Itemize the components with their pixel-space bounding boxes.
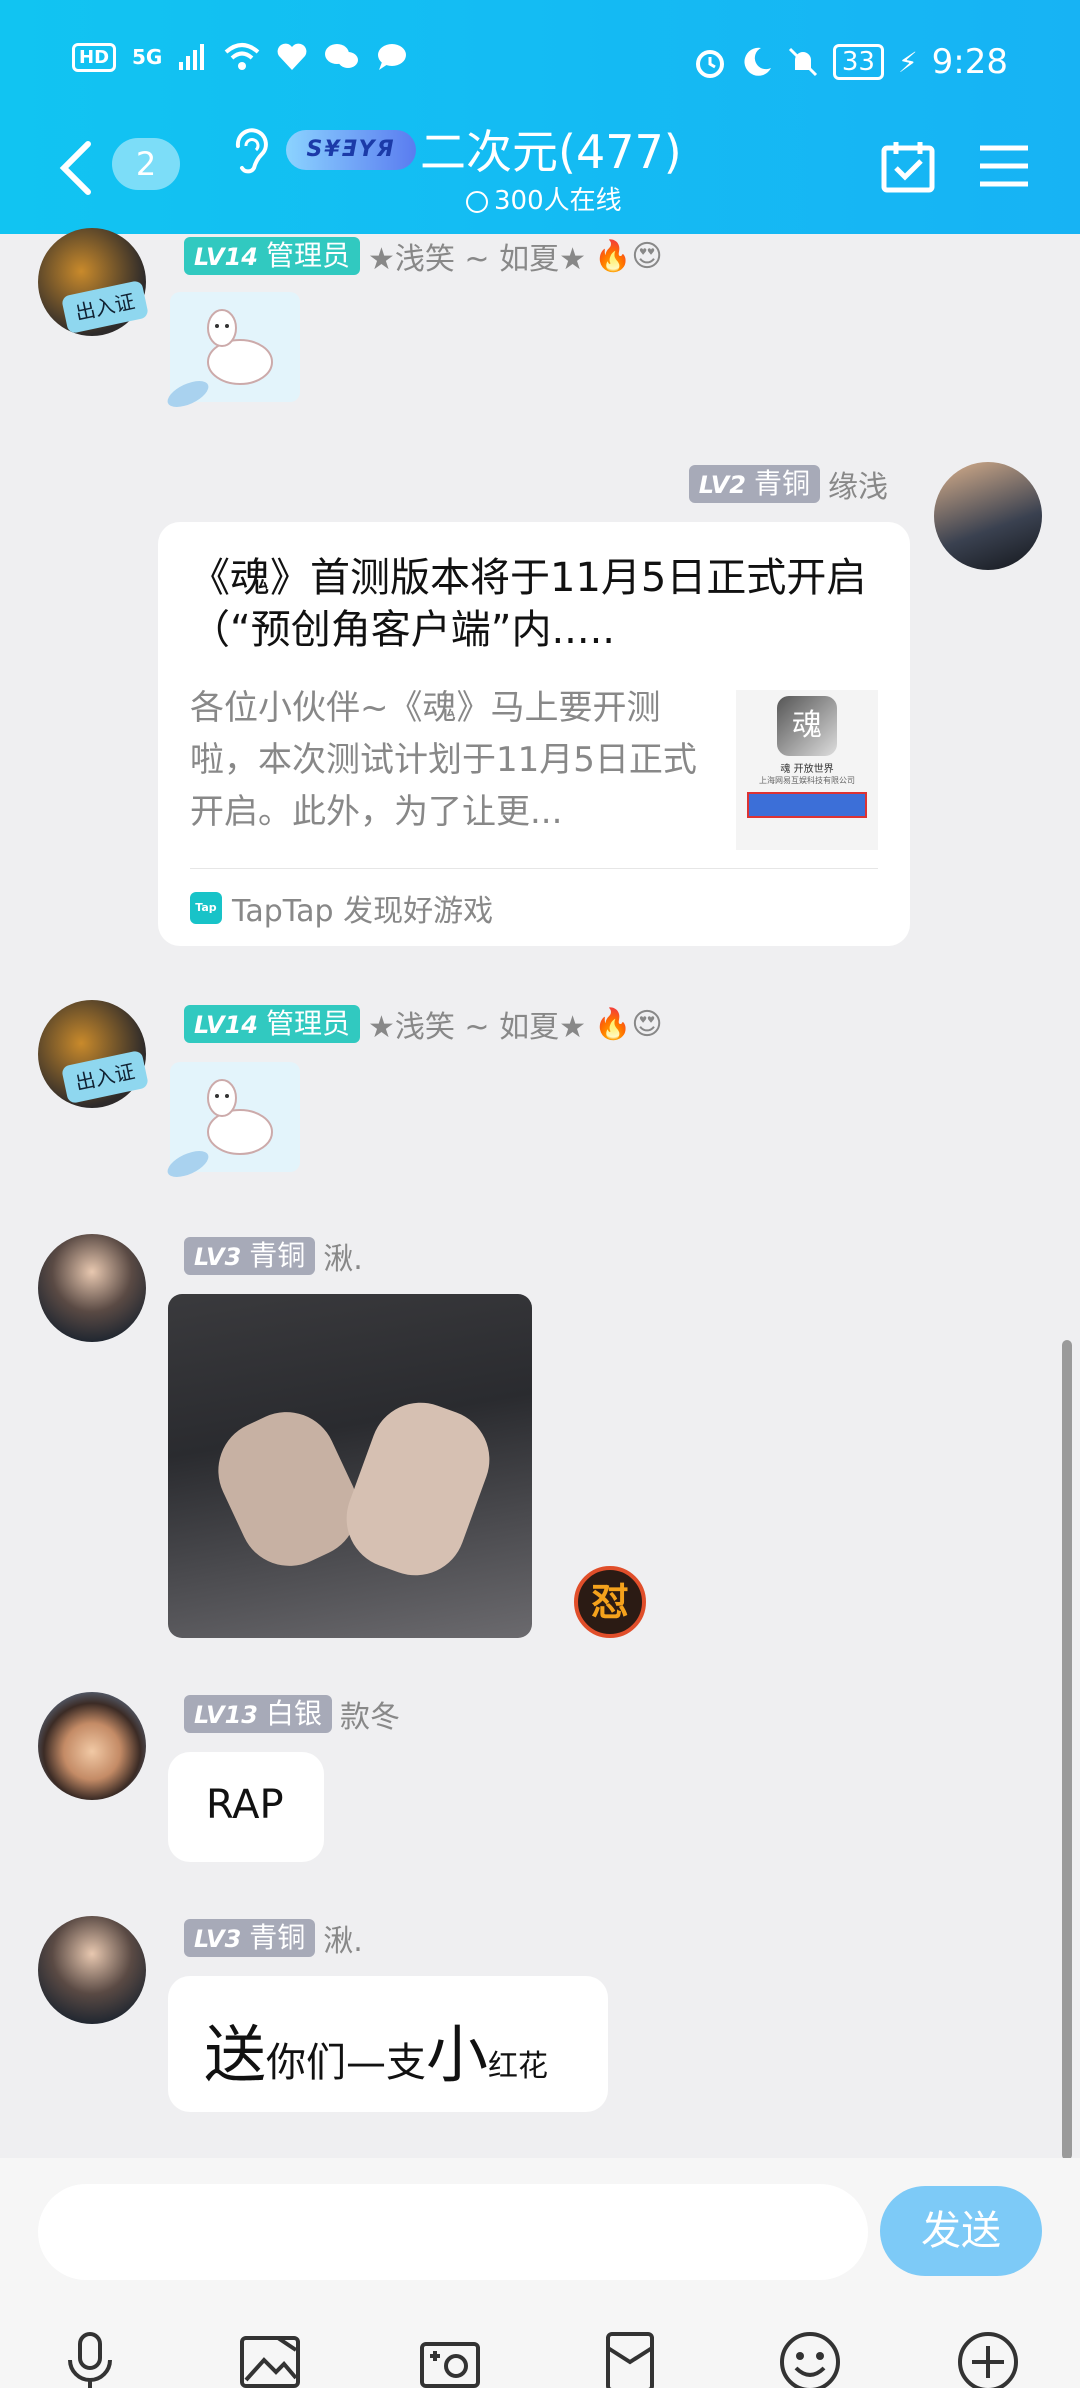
text-small: 红花 [488, 2049, 549, 2084]
mute-bell-icon [788, 47, 817, 77]
alarm-icon [695, 50, 724, 78]
health-icon [277, 43, 307, 70]
wifi-icon [225, 43, 260, 70]
menu-icon[interactable] [978, 142, 1030, 190]
sender-info: LV13 白银 款冬 [184, 1692, 400, 1736]
sender-info: LV2 青铜 缘浅 [688, 462, 888, 506]
check-in-calendar-icon[interactable] [880, 138, 936, 194]
wechat-icon [325, 44, 359, 68]
clock: 9:28 [931, 42, 1008, 82]
avatar[interactable] [38, 1916, 146, 2024]
thumb-button [747, 792, 867, 818]
avatar[interactable] [934, 462, 1042, 570]
group-title[interactable]: 二次元(477) [420, 116, 682, 182]
send-button[interactable]: 发送 [880, 2186, 1042, 2276]
sender-name[interactable]: ★浅笑 ~ 如夏★ [368, 1002, 586, 1046]
alpaca-sticker[interactable] [160, 282, 310, 412]
app-header: HD 5G 33 ⚡ 9:28 2 S¥ƎYЯ 二次元(477) 300人在线 [0, 0, 1080, 234]
plus-icon[interactable] [956, 2330, 1020, 2388]
group-logo: S¥ƎYЯ [286, 130, 416, 170]
moon-icon [744, 47, 771, 76]
ear-mode-icon[interactable] [228, 126, 272, 187]
scrollbar[interactable] [1062, 1340, 1072, 2160]
sender-info: LV14 管理员 ★浅笑 ~ 如夏★ 🔥😍 [184, 234, 663, 278]
card-title: 《魂》首测版本将于11月5日正式开启（“预创角客户端”内..... [190, 555, 867, 653]
sender-name[interactable]: 湫. [323, 1234, 363, 1278]
card-divider [190, 868, 878, 869]
sender-info: LV3 青铜 湫. [184, 1916, 363, 1960]
card-source-label: TapTap 发现好游戏 [232, 894, 494, 929]
sender-name[interactable]: 湫. [323, 1916, 363, 1960]
avatar[interactable] [38, 1234, 146, 1342]
text-medium: — [346, 2040, 387, 2086]
hand-shape [332, 1388, 504, 1590]
message-input[interactable] [38, 2184, 868, 2280]
unread-badge[interactable]: 2 [112, 138, 180, 190]
level-badge: LV14 管理员 [184, 1005, 360, 1043]
online-count-label: 300人在线 [494, 186, 622, 216]
text-medium: 你们 [266, 2040, 347, 2086]
text-medium: 支 [386, 2040, 427, 2086]
sender-emojis: 🔥😍 [593, 238, 663, 274]
chat-nav-bar: 2 S¥ƎYЯ 二次元(477) 300人在线 [0, 112, 1080, 224]
card-source: Tap TapTap 发现好游戏 [190, 886, 493, 930]
text-large: 小 [426, 2018, 489, 2091]
microphone-icon[interactable] [58, 2330, 122, 2388]
battery-level: 33 [832, 44, 884, 80]
back-button[interactable] [54, 138, 98, 198]
sender-name[interactable]: 款冬 [340, 1692, 400, 1736]
red-packet-icon[interactable] [598, 2330, 662, 2388]
message-icon [378, 44, 407, 70]
emoji-icon[interactable] [778, 2330, 842, 2388]
card-thumbnail: 魂 魂 开放世界 上海网易互娱科技有限公司 [736, 690, 878, 850]
status-bar: HD 5G 33 ⚡ 9:28 [72, 42, 1008, 92]
card-description: 各位小伙伴~《魂》马上要开测啦，本次测试计划于11月5日正式开启。此外，为了让更… [190, 688, 697, 832]
level-badge: LV3 青铜 [184, 1919, 316, 1957]
reaction-badge[interactable]: 怼 [574, 1566, 646, 1638]
sender-info: LV3 青铜 湫. [184, 1234, 363, 1278]
online-count[interactable]: 300人在线 [466, 180, 622, 217]
message-text: 送你们—支小红花 [204, 2004, 548, 2094]
hand-shape [201, 1395, 375, 1583]
thumb-title: 魂 开放世界 [780, 764, 834, 775]
level-badge: LV13 白银 [184, 1695, 332, 1733]
signal-icon [179, 44, 205, 70]
text-large: 送 [204, 2018, 267, 2091]
level-badge: LV14 管理员 [184, 237, 360, 275]
image-icon[interactable] [238, 2330, 302, 2388]
composer-area: 发送 [0, 2158, 1080, 2388]
sender-name[interactable]: 缘浅 [828, 462, 888, 506]
level-badge: LV2 青铜 [688, 465, 820, 503]
sender-emojis: 🔥😍 [593, 1006, 663, 1042]
text-bubble[interactable]: 送你们—支小红花 [168, 1976, 608, 2112]
text-bubble[interactable]: RAP [168, 1752, 324, 1862]
online-check-icon [466, 191, 488, 213]
charging-icon: ⚡ [897, 45, 918, 79]
level-badge: LV3 青铜 [184, 1237, 316, 1275]
taptap-icon: Tap [190, 892, 222, 924]
thumb-subtitle: 上海网易互娱科技有限公司 [759, 776, 855, 785]
alpaca-sticker[interactable] [160, 1052, 310, 1182]
camera-icon[interactable] [418, 2330, 482, 2388]
avatar[interactable] [38, 1692, 146, 1800]
network-indicator: 5G [132, 45, 163, 69]
hd-indicator: HD [72, 42, 117, 72]
gif-image[interactable] [168, 1294, 532, 1638]
sender-info: LV14 管理员 ★浅笑 ~ 如夏★ 🔥😍 [184, 1002, 663, 1046]
message-text: RAP [206, 1782, 284, 1828]
sender-name[interactable]: ★浅笑 ~ 如夏★ [368, 234, 586, 278]
shared-link-card[interactable]: 《魂》首测版本将于11月5日正式开启（“预创角客户端”内..... 各位小伙伴~… [158, 522, 910, 946]
game-app-icon: 魂 [777, 696, 837, 756]
